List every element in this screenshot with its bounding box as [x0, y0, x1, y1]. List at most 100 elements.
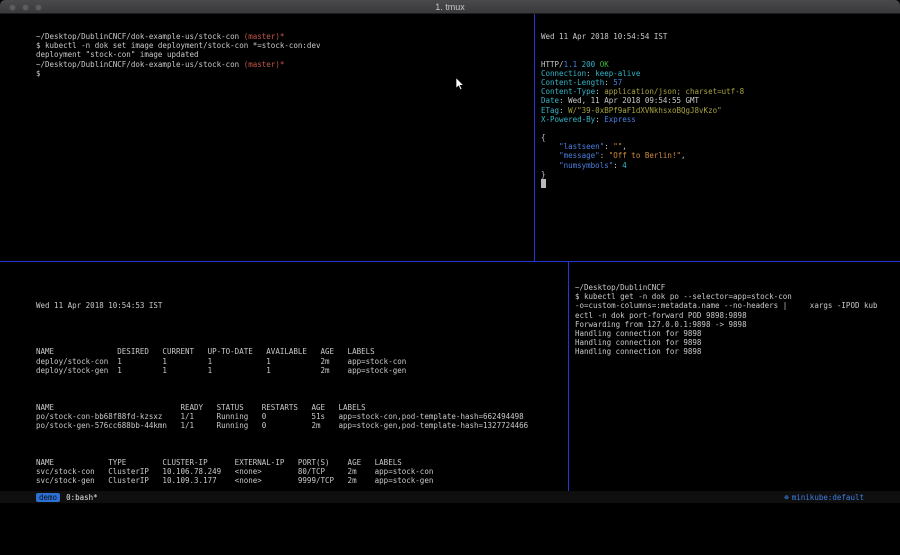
minimize-button[interactable]	[22, 4, 29, 11]
terminal-line: Wed 11 Apr 2018 10:54:54 IST	[541, 32, 891, 41]
pane-http-response[interactable]: Wed 11 Apr 2018 10:54:54 IST HTTP/1.1 200…	[541, 32, 891, 188]
text-segment: ,	[622, 142, 627, 151]
terminal-line: ~/Desktop/DublinCNCF/dok-example-us/stoc…	[36, 60, 528, 69]
window-tab-bash[interactable]: 0:bash*	[66, 493, 98, 502]
kube-context-label: minikube:default	[792, 493, 864, 502]
text-cursor	[541, 179, 546, 188]
table-row: deploy/stock-con 1 1 1 1 2m app=stock-co…	[36, 357, 562, 366]
terminal-line: HTTP/1.1 200 OK	[541, 60, 891, 69]
terminal-line: Date: Wed, 11 Apr 2018 09:54:55 GMT	[541, 96, 891, 105]
text-segment: "numsymbols"	[559, 161, 613, 170]
pods-table: NAME READY STATUS RESTARTS AGE LABELSpo/…	[36, 403, 562, 431]
session-name-badge[interactable]: demo	[36, 493, 60, 502]
text-segment: 4	[622, 161, 627, 170]
terminal-line	[541, 41, 891, 50]
terminal-line: "message": "Off to Berlin!",	[541, 151, 891, 160]
text-segment: keep-alive	[595, 69, 640, 78]
kube-context-indicator: ☸ minikube:default	[784, 493, 864, 502]
terminal-line: ~/Desktop/DublinCNCF	[575, 283, 893, 292]
terminal-line	[541, 124, 891, 133]
pane-divider-horizontal[interactable]	[0, 261, 900, 262]
text-segment: $	[36, 69, 45, 78]
text-segment: :	[559, 106, 568, 115]
text-segment	[541, 151, 559, 160]
terminal-line: ectl -n dok port-forward POD 9898:9898	[575, 311, 893, 320]
terminal-line: -o=custom-columns=:metadata.name --no-he…	[575, 301, 893, 310]
text-segment: Wed 11 Apr 2018 10:54:54 IST	[541, 32, 667, 41]
text-segment: :	[559, 96, 568, 105]
terminal-line: $ kubectl -n dok set image deployment/st…	[36, 41, 528, 50]
terminal-line: Content-Length: 57	[541, 78, 891, 87]
text-segment: :	[586, 69, 595, 78]
pane-divider-vertical-bottom[interactable]	[568, 262, 569, 491]
terminal-line: "numsymbols": 4	[541, 161, 891, 170]
text-segment: Date	[541, 96, 559, 105]
table-row: po/stock-con-bb68f88fd-kzsxz 1/1 Running…	[36, 412, 562, 421]
text-segment: "message"	[559, 151, 600, 160]
terminal-line: Handling connection for 9898	[575, 338, 893, 347]
text-segment: $ kubectl -n dok set image deployment/st…	[36, 41, 320, 50]
close-button[interactable]	[9, 4, 16, 11]
text-segment: Connection	[541, 69, 586, 78]
text-segment: deployment "stock-con" image updated	[36, 50, 199, 59]
text-segment: application/json; charset=utf-8	[604, 87, 744, 96]
text-segment: "Off to Berlin!"	[609, 151, 681, 160]
text-segment: :	[613, 161, 622, 170]
terminal-line	[541, 179, 891, 188]
terminal-line: }	[541, 170, 891, 179]
resources-timestamp-block: Wed 11 Apr 2018 10:54:53 IST	[36, 301, 562, 319]
text-segment: {	[541, 133, 546, 142]
text-segment: 1.1	[564, 60, 578, 69]
text-segment: OK	[600, 60, 609, 69]
terminal-line: "lastseen": "",	[541, 142, 891, 151]
zoom-button[interactable]	[35, 4, 42, 11]
terminal-line: Handling connection for 9898	[575, 329, 893, 338]
text-segment: (master)*	[244, 60, 285, 69]
deployments-table: NAME DESIRED CURRENT UP-TO-DATE AVAILABL…	[36, 347, 562, 375]
terminal-line	[541, 50, 891, 59]
terminal-line: $ kubectl get -n dok po --selector=app=s…	[575, 292, 893, 301]
terminal-line: Connection: keep-alive	[541, 69, 891, 78]
terminal-line: Forwarding from 127.0.0.1:9898 -> 9898	[575, 320, 893, 329]
pane-kubectl-resources[interactable]: Wed 11 Apr 2018 10:54:53 IST NAME DESIRE…	[36, 283, 562, 504]
text-segment: HTTP/	[541, 60, 564, 69]
pane-port-forward[interactable]: ~/Desktop/DublinCNCF$ kubectl get -n dok…	[575, 283, 893, 357]
tmux-status-bar: demo 0:bash* ☸ minikube:default	[0, 491, 900, 503]
table-row: svc/stock-con ClusterIP 10.106.78.249 <n…	[36, 467, 562, 476]
text-segment: ETag	[541, 106, 559, 115]
table-row: svc/stock-gen ClusterIP 10.109.3.177 <no…	[36, 476, 562, 485]
mouse-cursor	[455, 76, 465, 90]
table-header: NAME READY STATUS RESTARTS AGE LABELS	[36, 403, 562, 412]
table-row: po/stock-gen-576cc688bb-44kmn 1/1 Runnin…	[36, 421, 562, 430]
terminal-line: ETag: W/"39-0xBPf9aF1dXVNkhsxoBQgJ8vKzo"	[541, 106, 891, 115]
table-header: NAME DESIRED CURRENT UP-TO-DATE AVAILABL…	[36, 347, 562, 356]
terminal-line: deployment "stock-con" image updated	[36, 50, 528, 59]
kubernetes-icon: ☸	[784, 493, 789, 502]
text-segment: 200	[582, 60, 596, 69]
text-segment	[541, 142, 559, 151]
text-segment: W/"39-0xBPf9aF1dXVNkhsxoBQgJ8vKzo"	[568, 106, 722, 115]
pane-shell-kubectl-set-image[interactable]: ~/Desktop/DublinCNCF/dok-example-us/stoc…	[36, 32, 528, 78]
terminal-area: ~/Desktop/DublinCNCF/dok-example-us/stoc…	[0, 14, 900, 491]
terminal-line: X-Powered-By: Express	[541, 115, 891, 124]
text-segment: 57	[613, 78, 622, 87]
window-titlebar: 1. tmux	[0, 0, 900, 14]
text-segment: Content-Length	[541, 78, 604, 87]
text-segment	[541, 161, 559, 170]
text-segment: "lastseen"	[559, 142, 604, 151]
table-header: NAME TYPE CLUSTER-IP EXTERNAL-IP PORT(S)…	[36, 458, 562, 467]
text-segment: Wed, 11 Apr 2018 09:54:55 GMT	[568, 96, 699, 105]
text-segment: X-Powered-By	[541, 115, 595, 124]
traffic-lights	[9, 4, 42, 11]
text-segment: ~/Desktop/DublinCNCF/dok-example-us/stoc…	[36, 60, 244, 69]
services-table: NAME TYPE CLUSTER-IP EXTERNAL-IP PORT(S)…	[36, 458, 562, 486]
text-segment: :	[595, 87, 604, 96]
text-segment: ""	[613, 142, 622, 151]
terminal-line: ~/Desktop/DublinCNCF/dok-example-us/stoc…	[36, 32, 528, 41]
pane-divider-vertical-top[interactable]	[534, 14, 535, 261]
text-segment: :	[595, 115, 604, 124]
text-segment: Content-Type	[541, 87, 595, 96]
table-row: deploy/stock-gen 1 1 1 1 2m app=stock-ge…	[36, 366, 562, 375]
text-segment: Express	[604, 115, 636, 124]
text-segment: :	[604, 78, 613, 87]
